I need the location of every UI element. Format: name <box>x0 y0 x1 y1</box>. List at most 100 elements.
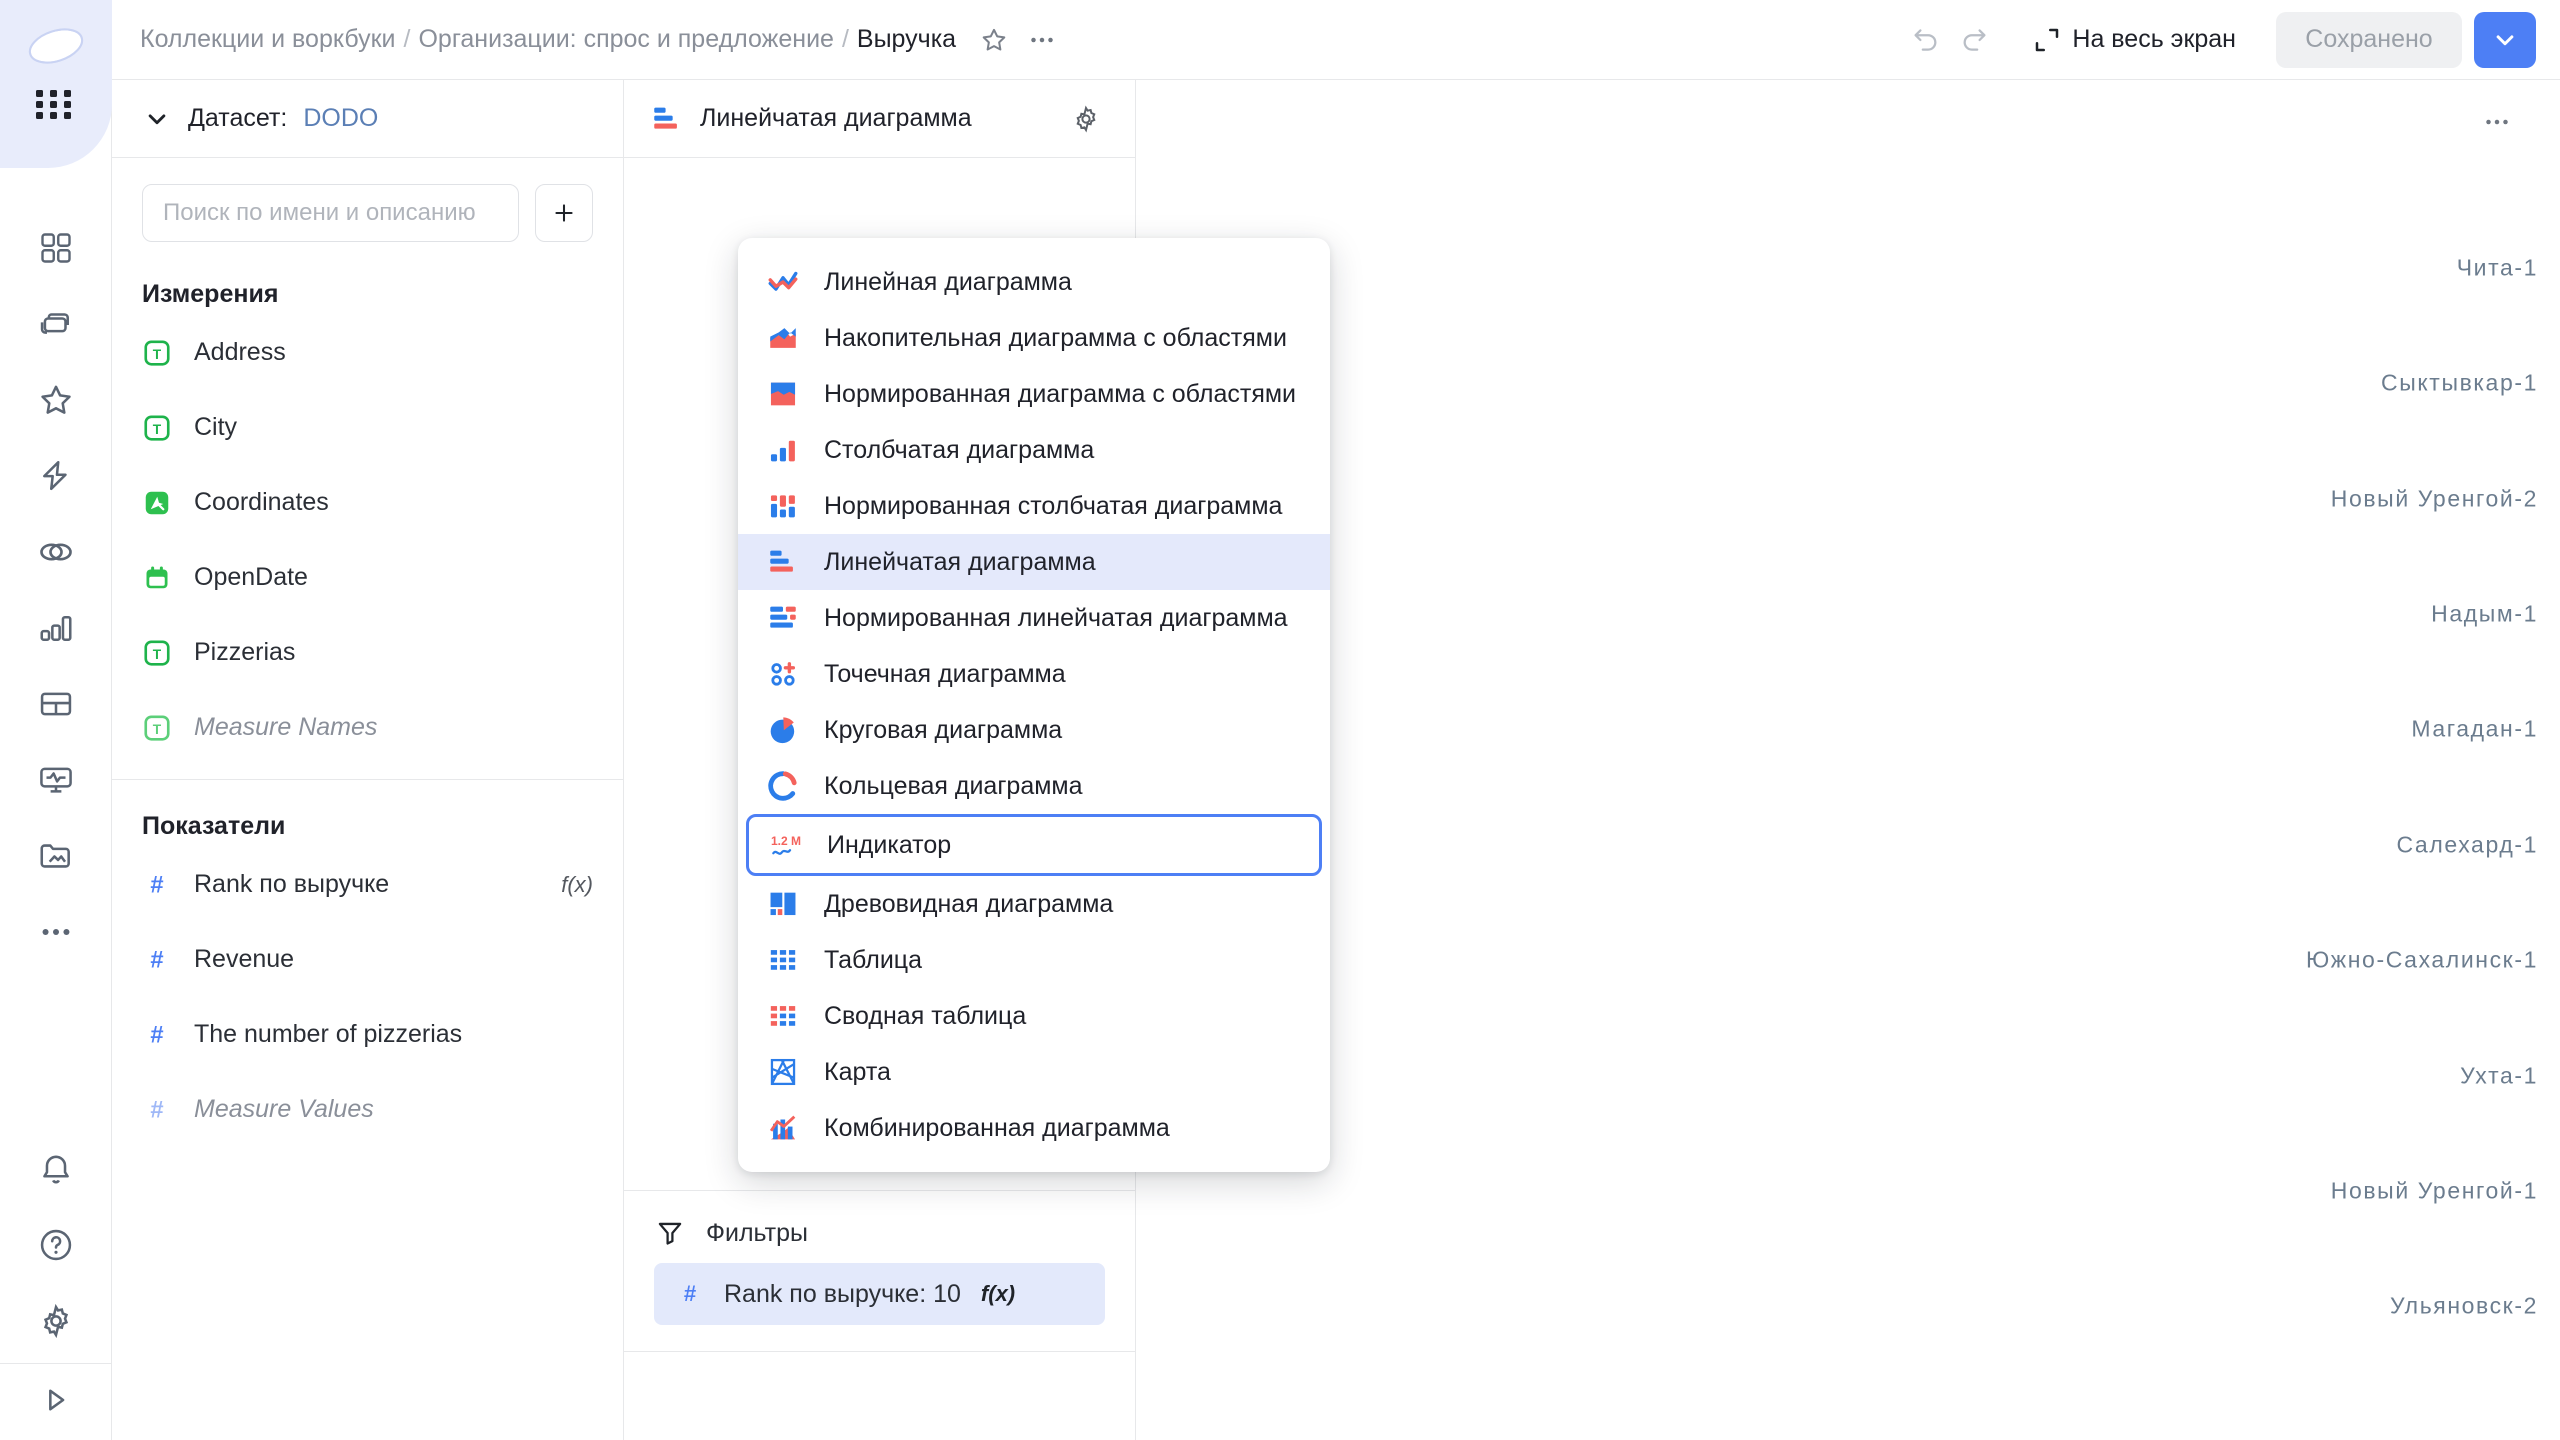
chart-type-menu-item[interactable]: Столбчатая диаграмма <box>738 422 1330 478</box>
filter-chip-rank-revenue[interactable]: # Rank по выручке: 10 f(x) <box>654 1263 1105 1325</box>
gear-icon <box>1071 104 1101 134</box>
sidebar-item-monitoring[interactable] <box>24 742 88 818</box>
chart-settings-button[interactable] <box>1063 96 1109 142</box>
field-item-city[interactable]: T City <box>112 390 623 465</box>
donut-chart-icon <box>764 767 802 805</box>
chart-type-menu-item[interactable]: Круговая диаграмма <box>738 702 1330 758</box>
undo-icon[interactable] <box>1904 18 1948 62</box>
expand-sidebar-button[interactable] <box>24 1368 88 1432</box>
chart-type-selector[interactable]: Линейчатая диаграмма <box>624 80 1135 158</box>
save-dropdown-button[interactable] <box>2474 11 2536 68</box>
fullscreen-icon <box>2032 25 2062 55</box>
chart-type-menu-item[interactable]: Линейная диаграмма <box>738 254 1330 310</box>
chart-type-menu-item[interactable]: Карта <box>738 1044 1330 1100</box>
dataset-name[interactable]: DODO <box>303 104 378 133</box>
chart-type-menu-item[interactable]: Нормированная линейчатая диаграмма <box>738 590 1330 646</box>
toolbar-actions: На весь экран Сохранено <box>1904 11 2536 68</box>
field-label: OpenDate <box>194 563 308 591</box>
dimensions-section-title: Измерения <box>142 280 279 308</box>
field-item-opendate[interactable]: OpenDate <box>112 540 623 615</box>
sidebar-item-datasets[interactable] <box>24 514 88 590</box>
breadcrumb-item-workbook[interactable]: Организации: спрос и предложение <box>418 25 833 54</box>
chart-type-menu-item-label: Нормированная диаграмма с областями <box>824 379 1297 408</box>
chart-type-menu-item[interactable]: Накопительная диаграмма с областями <box>738 310 1330 366</box>
filters-header: Фильтры <box>624 1191 1135 1263</box>
field-item-measure-values[interactable]: # Measure Values <box>112 1072 623 1147</box>
field-label: Measure Names <box>194 713 378 741</box>
workspace: Датасет: DODO Измерения <box>112 80 2560 1440</box>
ellipsis-icon[interactable] <box>2474 102 2520 142</box>
chart-type-menu-item[interactable]: Сводная таблица <box>738 988 1330 1044</box>
field-item-measure-names[interactable]: T Measure Names <box>112 690 623 765</box>
chart-type-menu-item[interactable]: Таблица <box>738 932 1330 988</box>
chart-type-menu-item[interactable]: Точечная диаграмма <box>738 646 1330 702</box>
chart-type-menu-item[interactable]: Нормированная диаграмма с областями <box>738 366 1330 422</box>
sidebar-item-charts[interactable] <box>24 590 88 666</box>
redo-icon[interactable] <box>1952 18 1996 62</box>
chart-type-menu-item[interactable]: 1.2 M Индикатор <box>746 814 1322 876</box>
chart-type-menu-item[interactable]: Комбинированная диаграмма <box>738 1100 1330 1156</box>
number-type-icon: # <box>142 870 172 900</box>
measures-section-title: Показатели <box>142 812 286 840</box>
filters-divider <box>624 1351 1135 1352</box>
dataset-selector[interactable]: Датасет: DODO <box>112 80 623 158</box>
star-icon[interactable] <box>972 18 1016 62</box>
chart-type-menu-item-label: Нормированная линейчатая диаграмма <box>824 603 1288 632</box>
field-item-coordinates[interactable]: Coordinates <box>112 465 623 540</box>
chart-type-menu-item-label: Кольцевая диаграмма <box>824 771 1083 800</box>
add-field-button[interactable] <box>535 184 593 242</box>
section-divider <box>112 779 623 780</box>
field-search-row <box>112 158 623 252</box>
sidebar-item-favorites[interactable] <box>24 362 88 438</box>
dataset-label: Датасет: <box>188 104 288 132</box>
field-item-revenue[interactable]: # Revenue <box>112 922 623 997</box>
field-label: Measure Values <box>194 1095 374 1123</box>
field-item-number-of-pizzerias[interactable]: # The number of pizzerias <box>112 997 623 1072</box>
sidebar-item-connections[interactable] <box>24 438 88 514</box>
apps-grid-icon[interactable] <box>29 84 83 124</box>
combined-chart-icon <box>764 1109 802 1147</box>
fullscreen-button[interactable]: На весь экран <box>2022 19 2246 61</box>
field-item-address[interactable]: T Address <box>112 315 623 390</box>
chart-type-menu-item[interactable]: Линейчатая диаграмма <box>738 534 1330 590</box>
field-label: Rank по выручке <box>194 870 390 898</box>
column-chart-icon <box>764 431 802 469</box>
breadcrumb-separator: / <box>403 25 411 53</box>
chart-preview-panel: Чита-1 Сыктывкар-1 Новый Уренгой-2 Надым-1 М… <box>1136 80 2560 1440</box>
rail-bottom-group <box>0 1131 112 1440</box>
sidebar-item-tables[interactable] <box>24 666 88 742</box>
sidebar-item-dashboards[interactable] <box>24 210 88 286</box>
chart-category-axis: Чита-1 Сыктывкар-1 Новый Уренгой-2 Надым-1 М… <box>1136 210 2560 1364</box>
chart-type-menu-item-label: Столбчатая диаграмма <box>824 435 1095 464</box>
chart-type-menu-item[interactable]: Древовидная диаграмма <box>738 876 1330 932</box>
chart-type-menu-item-label: Комбинированная диаграмма <box>824 1113 1170 1142</box>
settings-button[interactable] <box>24 1283 88 1359</box>
sidebar-item-more[interactable] <box>24 894 88 970</box>
sidebar-item-collections[interactable] <box>24 286 88 362</box>
breadcrumb: Коллекции и воркбуки / Организации: спро… <box>140 25 956 54</box>
svg-text:#: # <box>684 1281 696 1306</box>
number-type-icon: # <box>142 945 172 975</box>
chart-type-menu-item-label: Накопительная диаграмма с областями <box>824 323 1287 352</box>
chart-type-menu-item[interactable]: Нормированная столбчатая диаграмма <box>738 478 1330 534</box>
chart-category-label: Сыктывкар-1 <box>2381 369 2538 396</box>
field-label: The number of pizzerias <box>194 1020 463 1048</box>
search-input[interactable] <box>142 184 519 242</box>
bar-normalized-icon <box>764 599 802 637</box>
number-type-icon: # <box>676 1280 704 1308</box>
field-item-rank-revenue[interactable]: # Rank по выручке f(x) <box>112 847 623 922</box>
datalens-logo[interactable] <box>24 14 88 78</box>
notifications-button[interactable] <box>24 1131 88 1207</box>
svg-text:#: # <box>150 871 163 898</box>
breadcrumb-item-collections[interactable]: Коллекции и воркбуки <box>140 25 396 54</box>
field-item-pizzerias[interactable]: T Pizzerias <box>112 615 623 690</box>
help-button[interactable] <box>24 1207 88 1283</box>
svg-text:#: # <box>150 1096 163 1123</box>
chart-type-menu-item[interactable]: Кольцевая диаграмма <box>738 758 1330 814</box>
more-options-icon[interactable] <box>1020 18 1064 62</box>
filters-section: Фильтры # Rank по выручке: 10 f(x) <box>624 1190 1135 1352</box>
save-button[interactable]: Сохранено <box>2276 11 2462 68</box>
number-type-icon: # <box>142 1095 172 1125</box>
chart-type-menu-item-label: Таблица <box>824 945 923 974</box>
sidebar-item-files[interactable] <box>24 818 88 894</box>
